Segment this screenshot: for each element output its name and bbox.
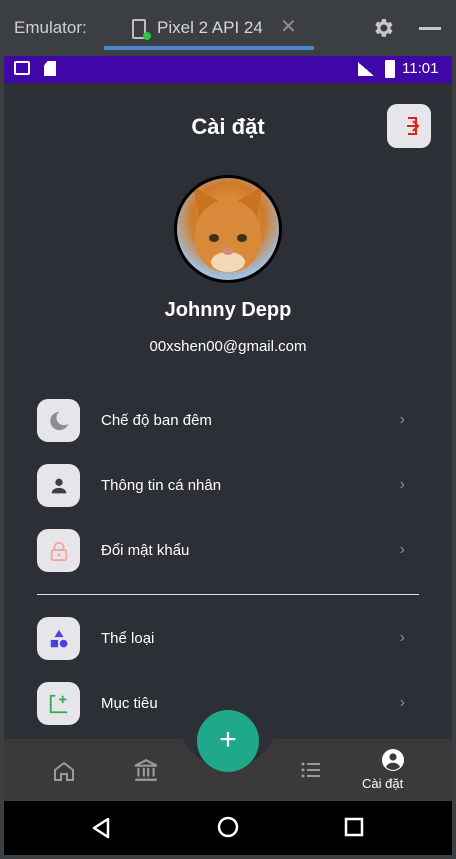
cat-muzzle	[211, 252, 245, 272]
back-icon[interactable]	[90, 816, 112, 840]
emulator-toolbar: Emulator: Pixel 2 API 24 ✕	[0, 0, 456, 56]
phone-screen: LTE 11:01 Cài đặt Johnny Depp 00xshen00@…	[4, 56, 452, 855]
section-divider	[37, 594, 419, 595]
settings-item-icon-box	[37, 464, 80, 507]
cat-nose	[223, 248, 233, 255]
lock-icon	[50, 541, 68, 562]
moon-icon	[50, 411, 69, 431]
status-bar: LTE 11:01	[4, 56, 452, 83]
settings-item-night-mode[interactable]: Chế độ ban đêm ›	[37, 399, 419, 443]
settings-item-label: Thể loại	[101, 630, 155, 647]
settings-item-label: Chế độ ban đêm	[101, 412, 212, 429]
settings-item-icon-box	[37, 399, 80, 442]
user-email: 00xshen00@gmail.com	[149, 338, 307, 355]
person-icon	[51, 478, 67, 494]
home-circle-icon[interactable]	[217, 816, 239, 838]
gear-icon[interactable]	[371, 16, 395, 40]
close-icon[interactable]: ✕	[280, 14, 297, 39]
account-icon[interactable]	[381, 748, 405, 772]
settings-item-label: Mục tiêu	[101, 695, 158, 712]
chevron-right-icon: ›	[399, 629, 405, 646]
cat-eye-left	[209, 234, 219, 242]
goal-icon	[49, 694, 68, 714]
system-navigation-bar	[4, 801, 452, 855]
page-title: Cài đặt	[191, 114, 265, 139]
sd-card-icon	[44, 61, 56, 76]
message-icon	[14, 61, 30, 75]
chevron-right-icon: ›	[399, 694, 405, 711]
home-icon[interactable]	[52, 759, 76, 783]
settings-item-label: Đổi mật khẩu	[101, 542, 190, 559]
settings-item-icon-box	[37, 529, 80, 572]
user-name: Johnny Depp	[164, 299, 292, 321]
logout-icon	[407, 117, 420, 135]
recents-icon[interactable]	[344, 817, 364, 837]
emulator-tab-label: Pixel 2 API 24	[157, 18, 263, 37]
avatar[interactable]	[174, 175, 282, 283]
minimize-icon[interactable]	[419, 27, 441, 30]
settings-item-icon-box	[37, 617, 80, 660]
lte-label: LTE	[359, 59, 372, 66]
chevron-right-icon: ›	[399, 476, 405, 493]
logout-button[interactable]	[387, 104, 431, 148]
emulator-tab-indicator	[104, 46, 314, 50]
plus-icon[interactable]: +	[197, 722, 259, 758]
settings-item-categories[interactable]: Thể loại ›	[37, 617, 419, 661]
chevron-right-icon: ›	[399, 411, 405, 428]
cat-eye-right	[237, 234, 247, 242]
status-dot-icon	[143, 32, 151, 40]
settings-item-change-password[interactable]: Đổi mật khẩu ›	[37, 529, 419, 573]
settings-item-personal-info[interactable]: Thông tin cá nhân ›	[37, 464, 419, 508]
emulator-title: Emulator:	[14, 18, 87, 37]
category-icon	[50, 629, 68, 648]
list-icon[interactable]	[299, 758, 323, 782]
nav-label-settings[interactable]: Cài đặt	[362, 776, 403, 791]
status-time: 11:01	[402, 60, 439, 77]
bank-icon[interactable]	[133, 757, 159, 783]
settings-item-icon-box	[37, 682, 80, 725]
settings-item-label: Thông tin cá nhân	[101, 477, 222, 494]
battery-charging-icon	[385, 60, 395, 78]
chevron-right-icon: ›	[399, 541, 405, 558]
